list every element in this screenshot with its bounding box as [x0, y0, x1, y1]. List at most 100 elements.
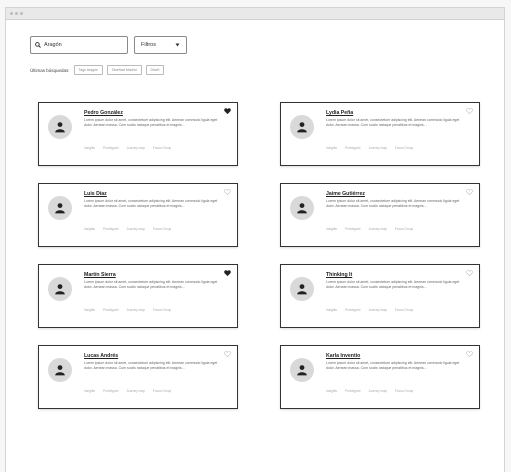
tag[interactable]: Focus Group: [395, 227, 413, 231]
person-card[interactable]: Thinking It Lorem ipsum dolor sit amet, c…: [280, 264, 480, 328]
heart-icon[interactable]: [466, 189, 473, 195]
heart-icon[interactable]: [224, 270, 231, 276]
tag-list: Insights Prototyped Journey map Focus Group: [84, 308, 171, 312]
person-icon: [297, 365, 307, 376]
person-icon: [297, 122, 307, 133]
avatar: [290, 277, 314, 301]
person-card[interactable]: Pedro González Lorem ipsum dolor sit amet…: [38, 102, 238, 166]
person-description: Lorem ipsum dolor sit amet, consectetuer…: [326, 118, 460, 127]
filter-value: Filtros: [141, 42, 156, 48]
tag[interactable]: Prototyped: [103, 308, 118, 312]
tag[interactable]: Insights: [84, 308, 95, 312]
person-description: Lorem ipsum dolor sit amet, consectetuer…: [326, 361, 460, 370]
close-dot[interactable]: [10, 12, 13, 15]
heart-icon[interactable]: [224, 351, 231, 357]
person-name[interactable]: Jaime Gutiérrez: [326, 191, 365, 197]
person-icon: [55, 284, 65, 295]
tag[interactable]: Prototyped: [345, 308, 360, 312]
heart-icon[interactable]: [466, 108, 473, 114]
tag[interactable]: Journey map: [126, 389, 144, 393]
avatar: [48, 115, 72, 139]
minimize-dot[interactable]: [15, 12, 18, 15]
tag[interactable]: Focus Group: [153, 389, 171, 393]
person-card[interactable]: Lucas Andrés Lorem ipsum dolor sit amet, …: [38, 345, 238, 409]
search-icon: [35, 42, 41, 48]
person-name[interactable]: Pedro González: [84, 110, 123, 116]
chevron-down-icon: [175, 43, 180, 47]
tag[interactable]: Prototyped: [345, 146, 360, 150]
person-icon: [55, 122, 65, 133]
heart-icon[interactable]: [224, 189, 231, 195]
tag[interactable]: Focus Group: [395, 308, 413, 312]
recent-chip[interactable]: Diseñ: [145, 65, 165, 75]
heart-icon[interactable]: [466, 270, 473, 276]
person-icon: [297, 284, 307, 295]
person-icon: [297, 203, 307, 214]
person-name[interactable]: Lucas Andrés: [84, 353, 118, 359]
search-input[interactable]: [44, 42, 114, 48]
tag-list: Insights Prototyped Journey map Focus Group: [84, 146, 171, 150]
tag[interactable]: Journey map: [368, 308, 386, 312]
recent-searches-label: Últimas búsquedas:: [30, 67, 70, 73]
person-icon: [55, 203, 65, 214]
tag[interactable]: Insights: [326, 146, 337, 150]
person-name[interactable]: Karla Inventio: [326, 353, 360, 359]
search-field[interactable]: [30, 36, 128, 54]
tag[interactable]: Insights: [84, 389, 95, 393]
recent-chip[interactable]: Diseñad Madrid: [107, 65, 142, 75]
person-name[interactable]: Luis Díaz: [84, 191, 107, 197]
tag[interactable]: Insights: [84, 227, 95, 231]
avatar: [48, 358, 72, 382]
person-icon: [55, 365, 65, 376]
tag[interactable]: Insights: [84, 146, 95, 150]
heart-icon[interactable]: [224, 108, 231, 114]
tag[interactable]: Journey map: [368, 146, 386, 150]
tag[interactable]: Journey map: [126, 146, 144, 150]
filter-dropdown[interactable]: Filtros: [134, 36, 187, 54]
avatar: [48, 196, 72, 220]
person-card[interactable]: Jaime Gutiérrez Lorem ipsum dolor sit ame…: [280, 183, 480, 247]
tag[interactable]: Insights: [326, 389, 337, 393]
tag[interactable]: Focus Group: [395, 146, 413, 150]
person-name[interactable]: Martín Sierra: [84, 272, 116, 278]
tag[interactable]: Focus Group: [153, 308, 171, 312]
person-card[interactable]: Luis Díaz Lorem ipsum dolor sit amet, con…: [38, 183, 238, 247]
heart-icon[interactable]: [466, 351, 473, 357]
recent-chip[interactable]: Tags Aragón: [73, 65, 103, 75]
person-name[interactable]: Thinking It: [326, 272, 352, 278]
search-row: Filtros: [30, 36, 187, 54]
person-card[interactable]: Martín Sierra Lorem ipsum dolor sit amet,…: [38, 264, 238, 328]
person-card[interactable]: Karla Inventio Lorem ipsum dolor sit amet…: [280, 345, 480, 409]
tag-list: Insights Prototyped Journey map Focus Group: [84, 227, 171, 231]
avatar: [290, 196, 314, 220]
tag[interactable]: Insights: [326, 308, 337, 312]
maximize-dot[interactable]: [20, 12, 23, 15]
tag[interactable]: Journey map: [126, 227, 144, 231]
person-name[interactable]: Lydia Peña: [326, 110, 353, 116]
person-description: Lorem ipsum dolor sit amet, consectetuer…: [326, 280, 460, 289]
tag[interactable]: Insights: [326, 227, 337, 231]
tag[interactable]: Prototyped: [345, 389, 360, 393]
avatar: [48, 277, 72, 301]
tag[interactable]: Journey map: [368, 389, 386, 393]
person-description: Lorem ipsum dolor sit amet, consectetuer…: [326, 199, 460, 208]
tag[interactable]: Focus Group: [395, 389, 413, 393]
tag[interactable]: Focus Group: [153, 146, 171, 150]
window-controls: [10, 12, 23, 15]
tag-list: Insights Prototyped Journey map Focus Group: [84, 389, 171, 393]
tag[interactable]: Journey map: [126, 308, 144, 312]
person-description: Lorem ipsum dolor sit amet, consectetuer…: [84, 361, 218, 370]
person-description: Lorem ipsum dolor sit amet, consectetuer…: [84, 280, 218, 289]
tag[interactable]: Journey map: [368, 227, 386, 231]
tag-list: Insights Prototyped Journey map Focus Group: [326, 308, 413, 312]
tag-list: Insights Prototyped Journey map Focus Group: [326, 389, 413, 393]
tag[interactable]: Prototyped: [103, 227, 118, 231]
tag-list: Insights Prototyped Journey map Focus Group: [326, 227, 413, 231]
window-titlebar: [6, 8, 504, 20]
tag[interactable]: Focus Group: [153, 227, 171, 231]
tag[interactable]: Prototyped: [103, 389, 118, 393]
tag[interactable]: Prototyped: [103, 146, 118, 150]
avatar: [290, 115, 314, 139]
person-card[interactable]: Lydia Peña Lorem ipsum dolor sit amet, co…: [280, 102, 480, 166]
tag[interactable]: Prototyped: [345, 227, 360, 231]
